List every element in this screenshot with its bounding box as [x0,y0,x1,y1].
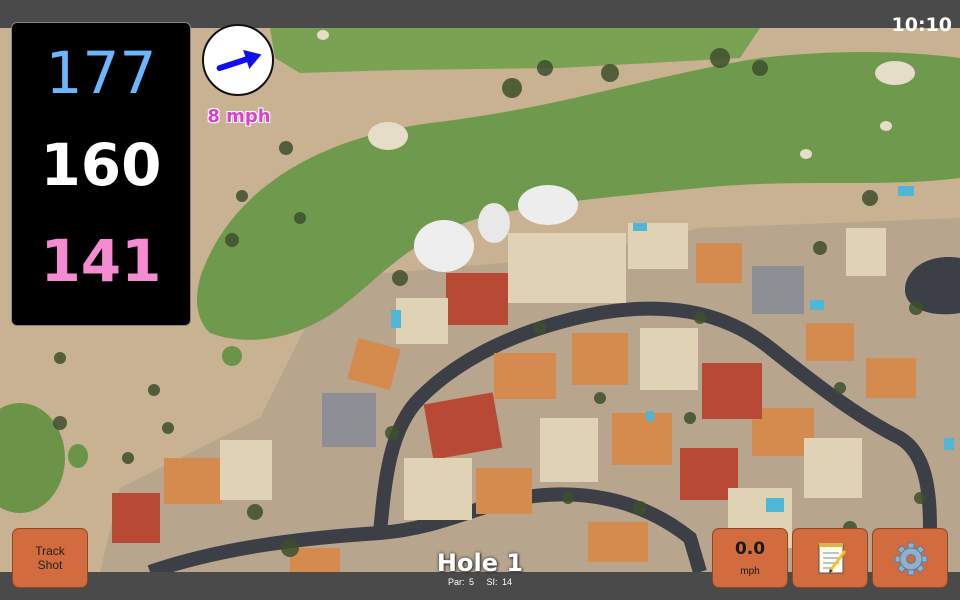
hole-stroke-index: SI: 14 [486,577,513,587]
notepad-icon [818,543,847,574]
arrow-right-up-icon [216,49,262,72]
hole-par: Par: 5 [447,577,474,587]
back-distance: 177 [45,39,157,107]
hole-title: Hole 1 [436,549,524,577]
wind-speed: 8 mph [207,106,271,127]
shot-speed-value: 0.0 [734,539,766,559]
track-shot-button[interactable]: Track Shot [12,528,88,588]
notes-button[interactable] [792,528,868,588]
settings-button[interactable] [872,528,948,588]
hole-meta: Par: 5 SI: 14 [380,577,580,587]
track-shot-label-line2: Shot [37,558,63,572]
distance-panel: 177 160 141 [11,22,191,326]
center-distance: 160 [40,131,162,199]
shot-speed-button[interactable]: 0.0 mph [712,528,788,588]
clock: 10:10 [891,14,952,36]
shot-speed-unit: mph [740,566,760,577]
track-shot-label-line1: Track [35,544,65,558]
wind-indicator [202,24,274,96]
gear-icon [894,542,928,576]
front-distance: 141 [40,227,162,295]
